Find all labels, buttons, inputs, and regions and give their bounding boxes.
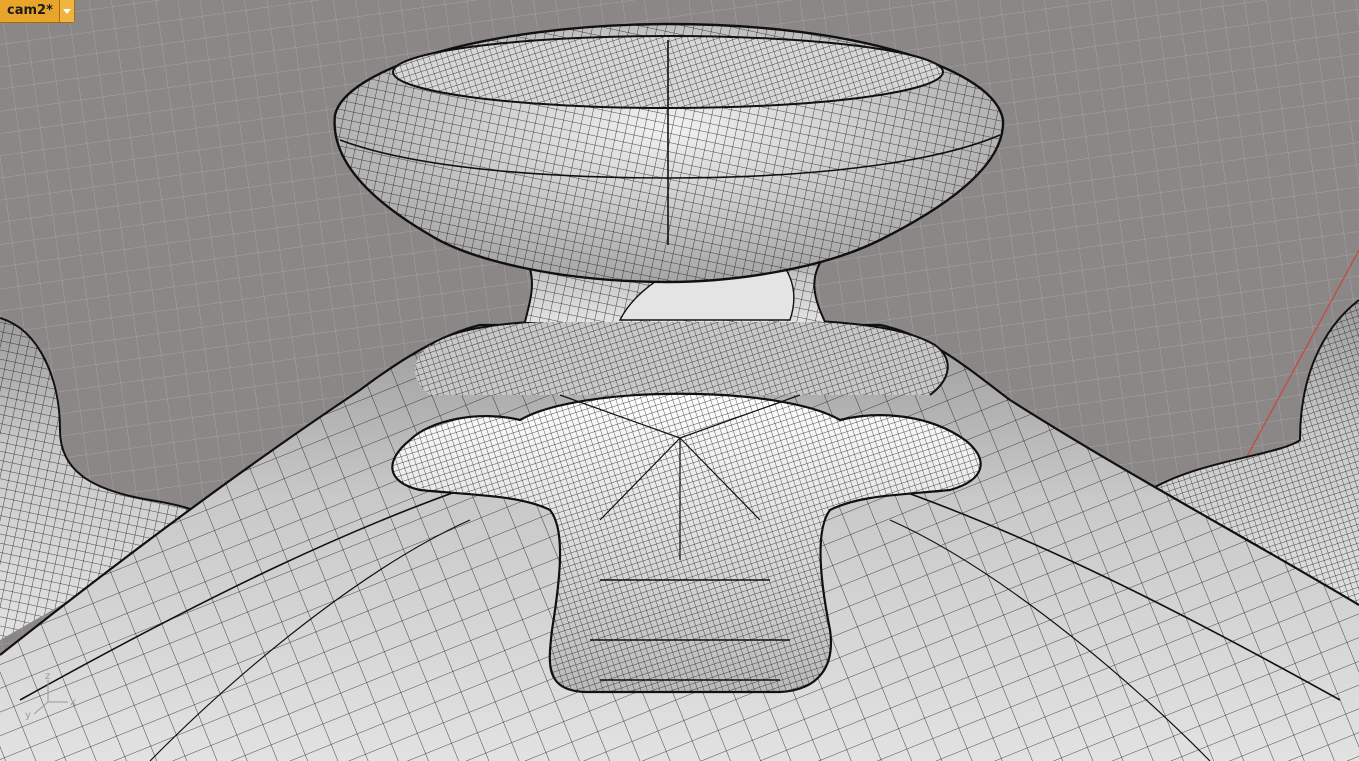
axis-y-label: y	[25, 710, 31, 721]
axis-z-label: z	[45, 672, 50, 682]
hub-plateau-mesh[interactable]	[415, 316, 949, 396]
axis-x-label: x	[70, 697, 76, 708]
axis-gizmo: x y z	[10, 671, 80, 722]
chevron-down-icon[interactable]	[58, 0, 74, 22]
3d-viewport[interactable]: cam2* x y z	[0, 0, 1359, 761]
scene-canvas[interactable]	[0, 0, 1359, 761]
camera-viewport-tab[interactable]: cam2*	[0, 0, 75, 23]
camera-label[interactable]: cam2*	[0, 0, 59, 22]
axis-gizmo-icon: x y z	[25, 671, 76, 721]
